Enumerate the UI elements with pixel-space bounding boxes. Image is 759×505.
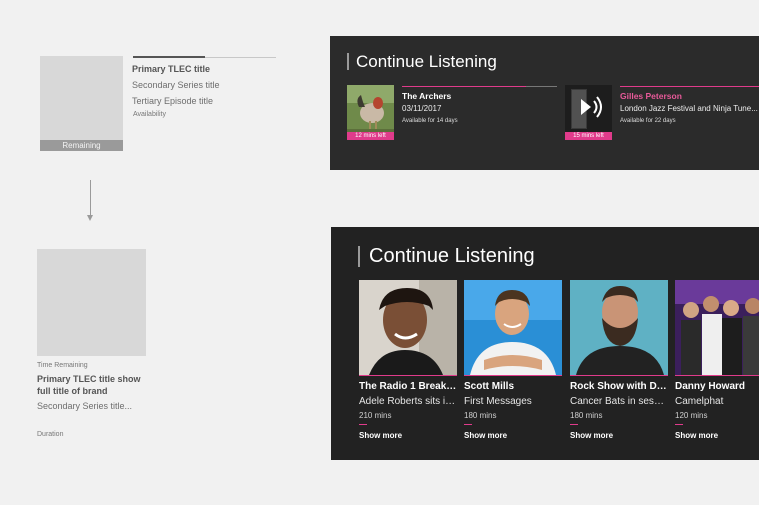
wireframe-tertiary-title: Tertiary Episode title	[132, 96, 214, 106]
episode-progress-track	[620, 86, 759, 87]
presenter-photo	[359, 280, 457, 375]
card-dash	[570, 424, 578, 425]
wireframe-thumbnail: Remaining	[40, 56, 123, 151]
episode-thumbnail[interactable]: 15 mins left	[565, 85, 612, 140]
show-card-scott-mills[interactable]: Scott Mills First Messages 180 mins Show…	[464, 280, 562, 445]
continue-listening-panel-compact: Continue Listening 12 mins left The Arch…	[330, 36, 759, 170]
card-subtitle: Camelphat	[675, 396, 724, 407]
show-more-link[interactable]: Show more	[464, 431, 507, 440]
episode-availability: Available for 14 days	[402, 118, 458, 124]
heading-accent-bar	[347, 53, 349, 70]
wireframe-time-remaining: Time Remaining	[37, 362, 88, 369]
show-card-rock-show[interactable]: Rock Show with Daniel P. Carter Cancer B…	[570, 280, 668, 445]
show-card-danny-howard[interactable]: Danny Howard Camelphat 120 mins Show mor…	[675, 280, 759, 445]
show-image[interactable]	[675, 280, 759, 375]
episode-title: Gilles Peterson	[620, 91, 682, 101]
wireframe-secondary-title: Secondary Series title	[132, 80, 220, 90]
wireframe-remaining-label: Remaining	[40, 140, 123, 151]
continue-listening-panel-cards: Continue Listening The Radio 1 Breakfast…	[331, 227, 759, 460]
show-card-radio1-breakfast[interactable]: The Radio 1 Breakfast... Adele Roberts s…	[359, 280, 457, 445]
episode-progress-track	[402, 86, 557, 87]
card-title: Scott Mills	[464, 381, 515, 392]
card-progress-line	[359, 375, 457, 376]
wireframe-card-title-line2: full title of brand	[37, 386, 108, 396]
card-subtitle: First Messages	[464, 396, 532, 407]
show-image[interactable]	[570, 280, 668, 375]
episode-item-gilles-peterson[interactable]: 15 mins left Gilles Peterson London Jazz…	[565, 85, 759, 141]
panel-heading: Continue Listening	[356, 52, 497, 71]
episode-subtitle: London Jazz Festival and Ninja Tune...	[620, 104, 758, 113]
time-left-badge: 12 mins left	[347, 132, 394, 140]
card-title: Rock Show with Daniel P. Carter	[570, 381, 668, 392]
wireframe-progress-fill	[133, 56, 205, 58]
wireframe-availability: Availability	[133, 111, 166, 118]
episode-availability: Available for 22 days	[620, 118, 676, 124]
heading-accent-bar	[358, 246, 360, 267]
card-dash	[359, 424, 367, 425]
card-duration: 120 mins	[675, 411, 708, 420]
card-duration: 180 mins	[464, 411, 497, 420]
card-progress-line	[464, 375, 562, 376]
wireframe-card-secondary: Secondary Series title...	[37, 401, 133, 411]
show-more-link[interactable]: Show more	[675, 431, 718, 440]
card-title: The Radio 1 Breakfast...	[359, 381, 457, 392]
show-image[interactable]	[359, 280, 457, 375]
card-subtitle: Cancer Bats in session...	[570, 396, 668, 407]
wireframe-card-title-line1: Primary TLEC title show	[37, 374, 141, 384]
episode-subtitle: 03/11/2017	[402, 104, 442, 113]
arrow-down-icon	[87, 215, 93, 221]
card-duration: 180 mins	[570, 411, 603, 420]
group-photo	[675, 280, 759, 375]
presenter-photo	[570, 280, 668, 375]
show-more-link[interactable]: Show more	[570, 431, 613, 440]
episode-item-the-archers[interactable]: 12 mins left The Archers 03/11/2017 Avai…	[347, 85, 559, 141]
card-dash	[675, 424, 683, 425]
card-title: Danny Howard	[675, 381, 746, 392]
wireframe-card-thumbnail	[37, 249, 146, 356]
episode-title: The Archers	[402, 91, 452, 101]
wireframe-primary-title: Primary TLEC title	[132, 64, 211, 74]
card-subtitle: Adele Roberts sits in...	[359, 396, 457, 407]
flow-arrow-line	[90, 180, 91, 216]
card-progress-line	[675, 375, 759, 376]
show-more-link[interactable]: Show more	[359, 431, 402, 440]
card-duration: 210 mins	[359, 411, 392, 420]
card-progress-line	[570, 375, 668, 376]
episode-progress-fill	[402, 86, 526, 87]
episode-thumbnail[interactable]: 12 mins left	[347, 85, 394, 140]
panel-heading: Continue Listening	[369, 245, 535, 267]
wireframe-card-duration: Duration	[37, 431, 64, 438]
presenter-photo	[464, 280, 562, 375]
time-left-badge: 15 mins left	[565, 132, 612, 140]
show-image[interactable]	[464, 280, 562, 375]
card-dash	[464, 424, 472, 425]
